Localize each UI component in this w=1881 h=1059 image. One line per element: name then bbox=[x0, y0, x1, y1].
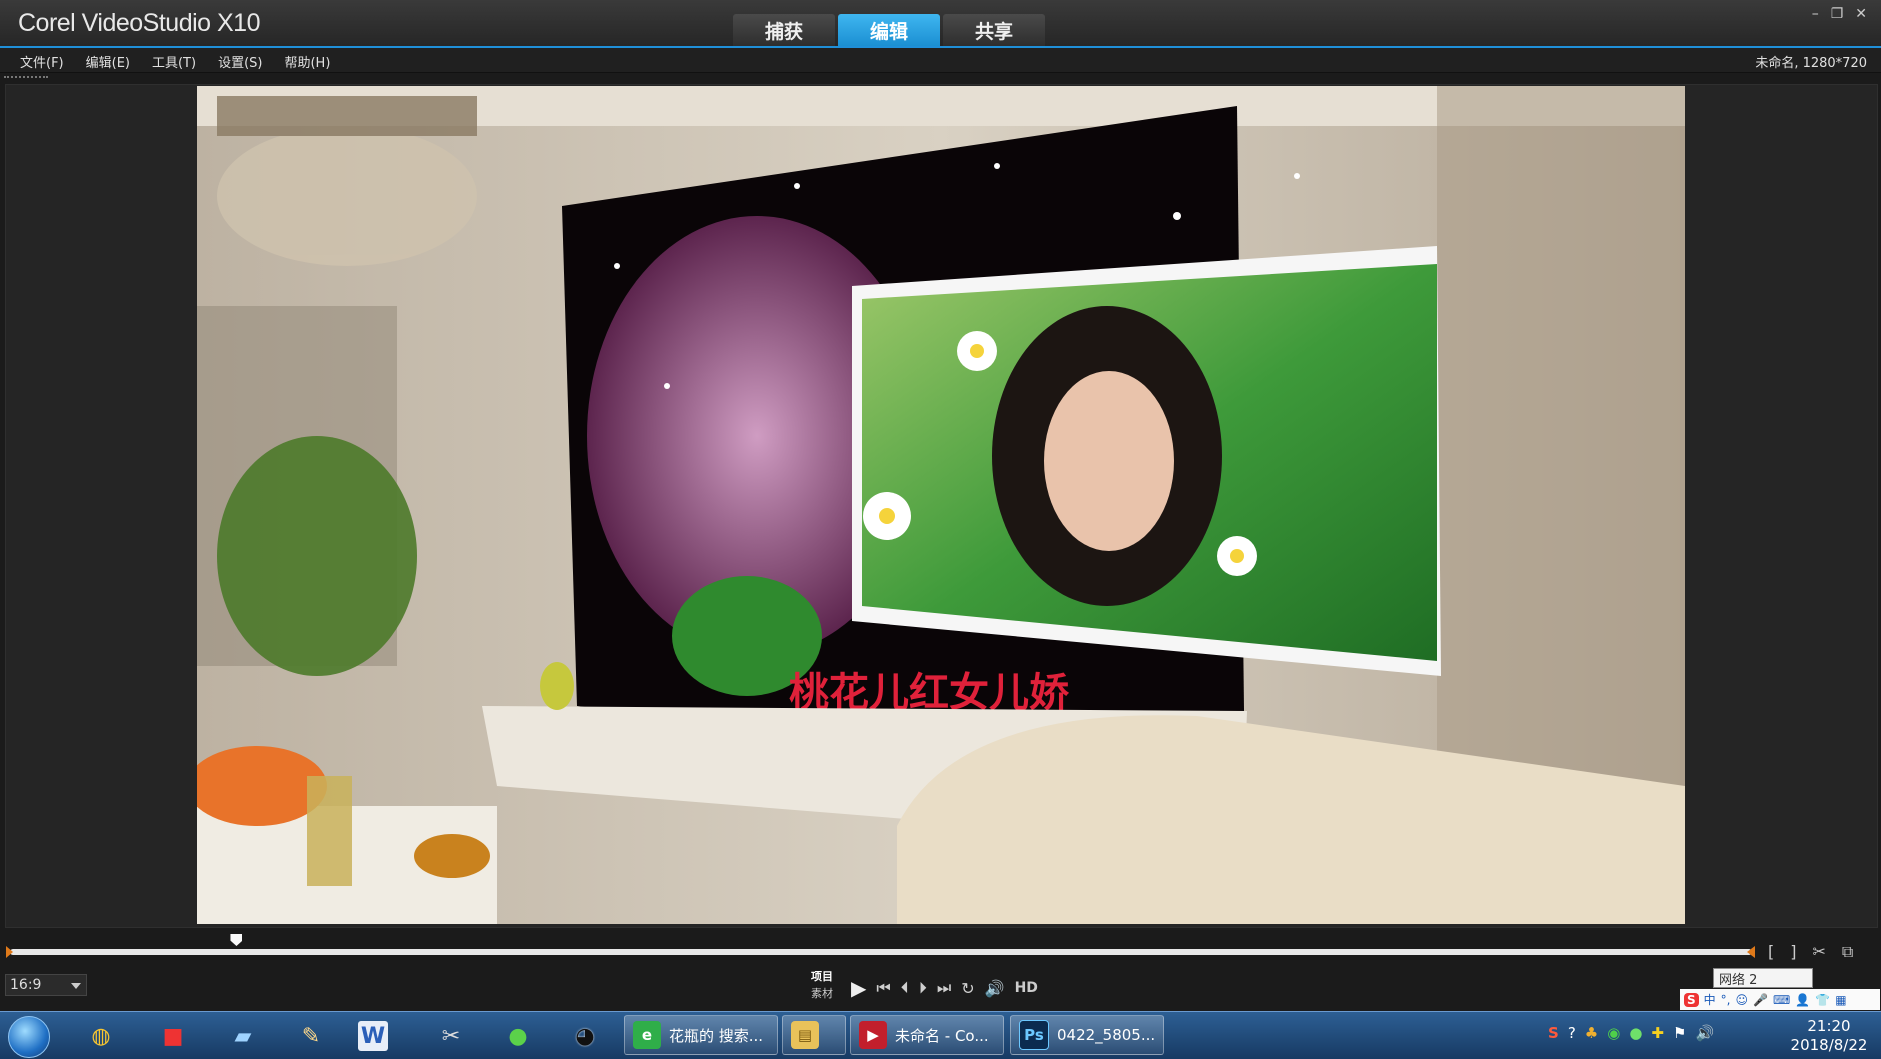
menu-help[interactable]: 帮助(H) bbox=[284, 52, 330, 71]
tab-share[interactable]: 共享 bbox=[943, 14, 1045, 46]
tray-wechat-icon[interactable]: ● bbox=[1629, 1024, 1642, 1042]
pinned-qq-icon[interactable]: ◕ bbox=[562, 1017, 608, 1055]
previous-frame-icon[interactable]: ⏴ bbox=[901, 978, 909, 998]
go-to-end-icon[interactable]: ⏭ bbox=[937, 978, 951, 998]
app-title: Corel VideoStudio X10 bbox=[18, 9, 261, 37]
hd-preview-button[interactable]: HD bbox=[1015, 980, 1038, 996]
tray-network-icon[interactable]: ⚑ bbox=[1673, 1024, 1686, 1042]
ime-mode[interactable]: 中 bbox=[1704, 991, 1716, 1008]
menu-file[interactable]: 文件(F) bbox=[20, 52, 64, 71]
pinned-paint-icon[interactable]: ✎ bbox=[288, 1017, 334, 1055]
video-frame[interactable]: 桃花儿红女儿娇 bbox=[197, 86, 1685, 924]
task-search-browser[interactable]: e 花瓶的 搜索... bbox=[624, 1015, 778, 1055]
pinned-tool-icon[interactable]: ✂ bbox=[428, 1017, 474, 1055]
enlarge-preview-icon[interactable]: ⧉ bbox=[1842, 942, 1853, 962]
task-videostudio[interactable]: ▶ 未命名 - Co... bbox=[850, 1015, 1004, 1055]
ime-user-icon[interactable]: 👤 bbox=[1795, 993, 1810, 1007]
taskbar: ◍ ■ ▰ ✎ W ✂ ● ◕ e 花瓶的 搜索... ▤ ▶ 未命名 - Co… bbox=[0, 1011, 1881, 1059]
mode-switch: 项目 素材 bbox=[811, 968, 833, 1002]
menu-items: 文件(F) 编辑(E) 工具(T) 设置(S) 帮助(H) bbox=[20, 52, 330, 71]
title-bar: Corel VideoStudio X10 捕获 编辑 共享 – ❐ ✕ bbox=[0, 0, 1881, 48]
mode-project[interactable]: 项目 bbox=[811, 968, 833, 985]
mark-out-button[interactable]: ] bbox=[1790, 942, 1796, 962]
ime-skin-icon[interactable]: 👕 bbox=[1815, 993, 1830, 1007]
mark-in-button[interactable]: [ bbox=[1768, 942, 1774, 962]
minimize-button[interactable]: – bbox=[1812, 6, 1819, 22]
task-label: 0422_5805... bbox=[1057, 1026, 1156, 1044]
next-frame-icon[interactable]: ⏵ bbox=[919, 978, 927, 998]
tray-volume-icon[interactable]: 🔊 bbox=[1695, 1024, 1714, 1042]
close-button[interactable]: ✕ bbox=[1855, 6, 1867, 22]
ime-toolbar: S 中 °, ☺ 🎤 ⌨ 👤 👕 ▦ bbox=[1680, 989, 1880, 1010]
photoshop-icon: Ps bbox=[1019, 1020, 1049, 1050]
panel-grip[interactable] bbox=[4, 76, 48, 81]
network-tooltip: 网络 2 bbox=[1713, 968, 1813, 988]
window-controls: – ❐ ✕ bbox=[1812, 6, 1867, 22]
ime-emoji-icon[interactable]: ☺ bbox=[1736, 993, 1749, 1007]
aspect-ratio-select[interactable]: 16:9 bbox=[5, 974, 87, 996]
go-to-start-icon[interactable]: ⏮ bbox=[876, 978, 890, 998]
browser-e-icon: e bbox=[633, 1021, 661, 1049]
system-tray: S ? ♣ ◉ ● ✚ ⚑ 🔊 bbox=[1548, 1024, 1714, 1042]
project-info: 未命名, 1280*720 bbox=[1755, 56, 1867, 71]
chevron-down-icon bbox=[71, 983, 81, 989]
trim-end-marker[interactable] bbox=[1747, 946, 1755, 958]
pinned-files-icon[interactable]: ▰ bbox=[220, 1017, 266, 1055]
ime-punctuation-icon[interactable]: °, bbox=[1721, 993, 1731, 1007]
tab-capture[interactable]: 捕获 bbox=[733, 14, 835, 46]
tray-app-icon[interactable]: ♣ bbox=[1585, 1024, 1598, 1042]
task-label: 花瓶的 搜索... bbox=[669, 1026, 764, 1045]
play-icon[interactable]: ▶ bbox=[851, 976, 866, 1000]
tray-security-icon[interactable]: ✚ bbox=[1651, 1024, 1664, 1042]
task-explorer[interactable]: ▤ bbox=[782, 1015, 846, 1055]
menu-edit[interactable]: 编辑(E) bbox=[86, 52, 130, 71]
ime-keyboard-icon[interactable]: ⌨ bbox=[1773, 993, 1790, 1007]
clock-date: 2018/8/22 bbox=[1790, 1036, 1868, 1054]
tab-edit[interactable]: 编辑 bbox=[838, 14, 940, 46]
tray-360-icon[interactable]: ◉ bbox=[1607, 1024, 1620, 1042]
folder-icon: ▤ bbox=[791, 1021, 819, 1049]
volume-icon[interactable]: 🔊 bbox=[985, 979, 1005, 998]
pinned-browser-icon[interactable]: ◍ bbox=[78, 1017, 124, 1055]
videostudio-icon: ▶ bbox=[859, 1021, 887, 1049]
chandelier bbox=[217, 96, 477, 266]
playback-controls: ▶ ⏮ ⏴ ⏵ ⏭ ↻ 🔊 HD bbox=[851, 976, 1038, 1000]
ime-voice-icon[interactable]: 🎤 bbox=[1753, 993, 1768, 1007]
menu-settings[interactable]: 设置(S) bbox=[218, 52, 262, 71]
potted-plant bbox=[217, 436, 417, 676]
tea-bottle bbox=[307, 776, 352, 886]
system-clock[interactable]: 21:20 2018/8/22 bbox=[1780, 1017, 1878, 1055]
workspace-tabs: 捕获 编辑 共享 bbox=[733, 14, 1045, 46]
tray-help-icon[interactable]: ? bbox=[1568, 1024, 1576, 1042]
task-photoshop[interactable]: Ps 0422_5805... bbox=[1010, 1015, 1164, 1055]
menu-bar: 文件(F) 编辑(E) 工具(T) 设置(S) 帮助(H) 未命名, 1280*… bbox=[0, 48, 1881, 73]
ime-tools-icon[interactable]: ▦ bbox=[1835, 993, 1846, 1007]
aspect-ratio-value: 16:9 bbox=[10, 977, 42, 993]
pinned-recorder-icon[interactable]: ■ bbox=[150, 1017, 196, 1055]
restore-button[interactable]: ❐ bbox=[1831, 6, 1844, 22]
scrub-bar[interactable] bbox=[10, 949, 1752, 955]
tea-cup bbox=[414, 834, 490, 878]
mode-clip[interactable]: 素材 bbox=[811, 985, 833, 1002]
start-button[interactable] bbox=[8, 1016, 50, 1058]
repeat-icon[interactable]: ↻ bbox=[961, 979, 974, 998]
task-label: 未命名 - Co... bbox=[895, 1026, 989, 1045]
pinned-word-icon[interactable]: W bbox=[358, 1021, 388, 1051]
trim-tools: [ ] ✂ ⧉ bbox=[1768, 942, 1853, 962]
trim-start-marker[interactable] bbox=[6, 946, 13, 958]
scrub-knob[interactable] bbox=[230, 934, 243, 946]
pinned-wechat-icon[interactable]: ● bbox=[495, 1017, 541, 1055]
menu-tools[interactable]: 工具(T) bbox=[152, 52, 196, 71]
sogou-logo-icon[interactable]: S bbox=[1684, 992, 1699, 1007]
tray-sogou-icon[interactable]: S bbox=[1548, 1024, 1559, 1042]
split-clip-icon[interactable]: ✂ bbox=[1813, 942, 1826, 962]
video-scene: 桃花儿红女儿娇 bbox=[197, 86, 1685, 924]
vase bbox=[540, 662, 574, 710]
portrait-face bbox=[1044, 371, 1174, 551]
clock-time: 21:20 bbox=[1807, 1017, 1851, 1035]
